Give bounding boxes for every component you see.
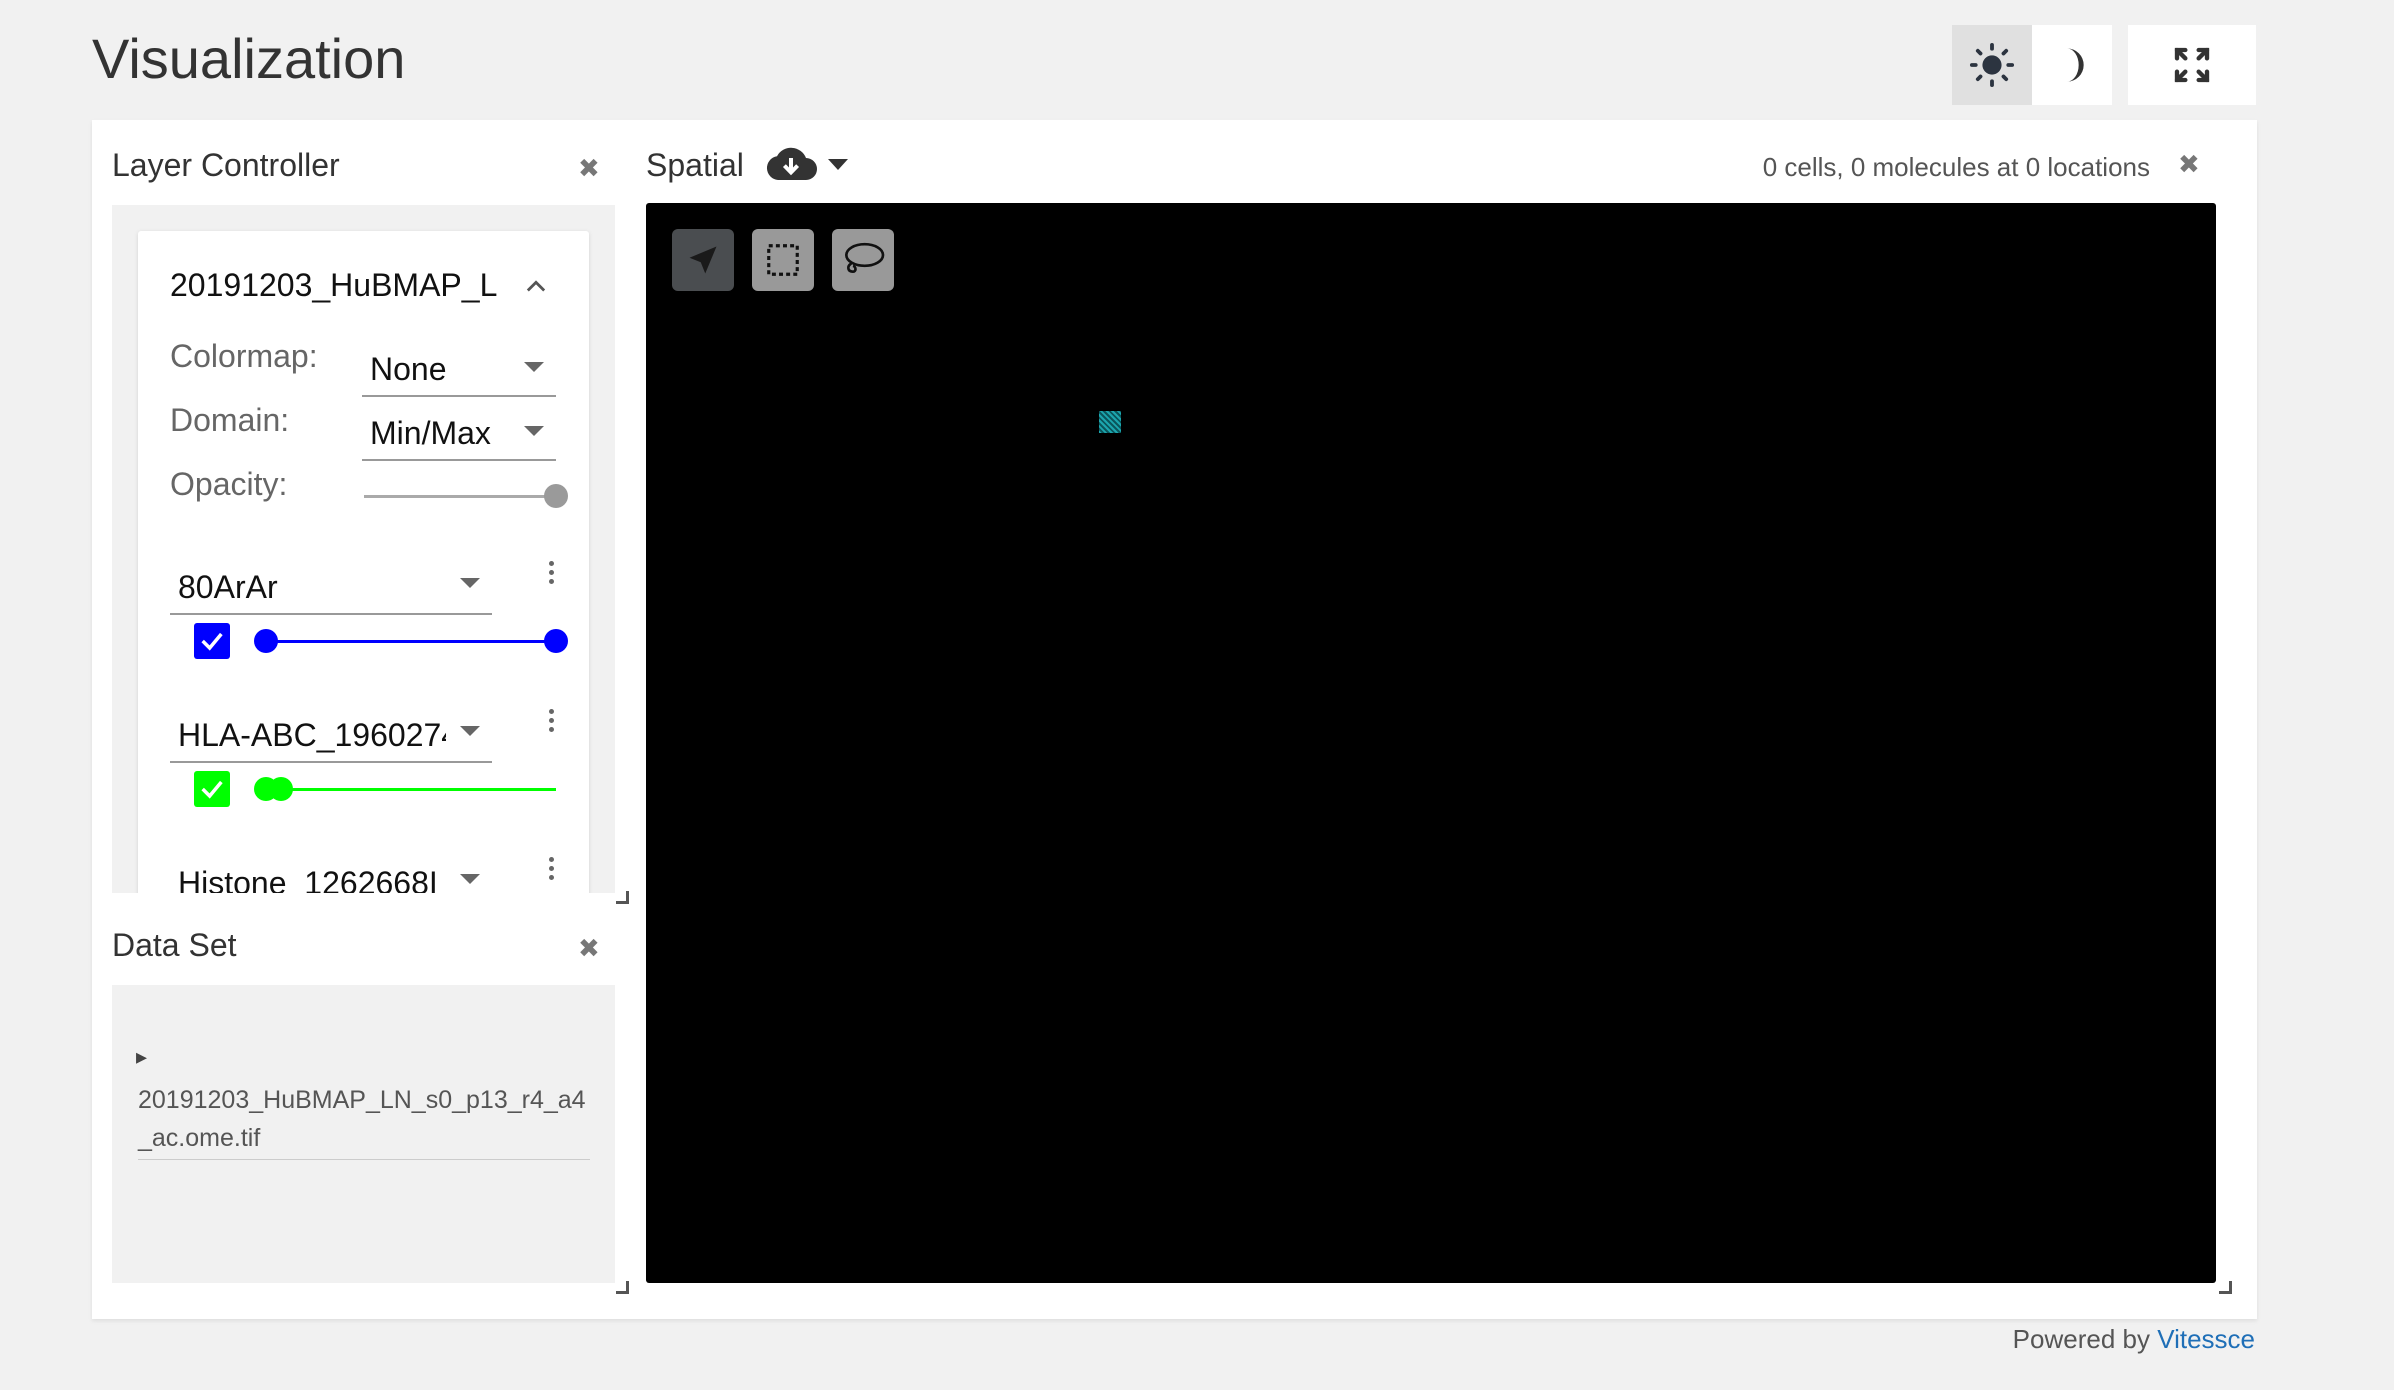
fullscreen-container — [2128, 25, 2256, 105]
opacity-slider-track[interactable] — [364, 495, 556, 498]
expand-arrow-icon[interactable]: ▸ — [136, 1044, 147, 1070]
data-set-title: Data Set — [112, 927, 237, 963]
domain-caret-icon — [524, 426, 544, 436]
domain-select[interactable]: Min/Max — [362, 399, 556, 461]
channel-1-name: 80ArAr — [178, 569, 278, 605]
channel-2-checkbox[interactable] — [194, 771, 230, 807]
layer-card: 20191203_HuBMAP_L Colormap: None Domain:… — [138, 231, 589, 893]
channel-2-name: HLA-ABC_1960274 — [178, 717, 446, 753]
channel-2-select[interactable]: HLA-ABC_1960274 — [170, 697, 492, 763]
channel-1-range-min-thumb[interactable] — [254, 629, 278, 653]
footer: Powered by Vitessce — [2013, 1322, 2255, 1356]
lasso-select-tool-button[interactable] — [832, 229, 894, 291]
channel-3-select[interactable]: Histone_1262668I — [170, 845, 492, 893]
colormap-caret-icon — [524, 362, 544, 372]
rectangle-select-tool-button[interactable] — [752, 229, 814, 291]
data-set-close-icon[interactable]: ✖ — [578, 933, 600, 963]
navigate-icon — [689, 246, 717, 274]
spatial-canvas[interactable] — [646, 203, 2216, 1283]
channel-2-range-track[interactable] — [266, 788, 556, 791]
opacity-slider-thumb[interactable] — [544, 484, 568, 508]
colormap-select[interactable]: None — [362, 335, 556, 397]
sun-icon — [1969, 42, 2015, 88]
domain-value: Min/Max — [370, 415, 491, 451]
layer-name: 20191203_HuBMAP_L — [170, 267, 498, 303]
colormap-label: Colormap: — [170, 338, 318, 374]
spatial-download-button[interactable] — [764, 144, 848, 184]
fullscreen-button[interactable] — [2152, 25, 2232, 105]
moon-icon — [2067, 48, 2084, 82]
fullscreen-icon — [2174, 47, 2210, 83]
opacity-label: Opacity: — [170, 466, 288, 502]
layer-controller-body: 20191203_HuBMAP_L Colormap: None Domain:… — [112, 205, 615, 893]
layer-controller-title: Layer Controller — [112, 147, 340, 183]
cloud-download-icon — [766, 147, 817, 180]
colormap-value: None — [370, 351, 447, 387]
spatial-status: 0 cells, 0 molecules at 0 locations — [1762, 152, 2150, 182]
layer-controller-close-icon[interactable]: ✖ — [578, 153, 600, 183]
footer-prefix: Powered by — [2012, 1324, 2158, 1354]
navigate-tool-button[interactable] — [672, 229, 734, 291]
chevron-up-icon[interactable] — [522, 273, 550, 301]
channel-2-options-icon[interactable] — [549, 709, 555, 736]
layer-controller-resize-handle[interactable] — [616, 891, 629, 904]
channel-3-caret-icon — [460, 874, 480, 884]
dark-theme-button[interactable] — [2032, 25, 2112, 105]
data-set-file-name[interactable]: 20191203_HuBMAP_LN_s0_p13_r4_a4_ac.ome.t… — [138, 1081, 590, 1160]
channel-2-caret-icon — [460, 726, 480, 736]
vitessce-link[interactable]: Vitessce — [2157, 1324, 2255, 1354]
channel-1-select[interactable]: 80ArAr — [170, 549, 492, 615]
channel-3-name: Histone_1262668I — [178, 865, 438, 893]
spatial-close-icon[interactable]: ✖ — [2178, 149, 2200, 179]
lasso-select-icon — [845, 242, 885, 274]
channel-1-checkbox[interactable] — [194, 623, 230, 659]
check-icon — [201, 780, 223, 799]
domain-label: Domain: — [170, 402, 290, 438]
data-set-resize-handle[interactable] — [616, 1281, 629, 1294]
check-icon — [201, 632, 223, 651]
channel-1-range-track[interactable] — [266, 640, 556, 643]
theme-toggle — [1952, 25, 2112, 105]
channel-3-options-icon[interactable] — [549, 857, 555, 884]
channel-1-caret-icon — [460, 578, 480, 588]
page-title: Visualization — [92, 27, 406, 90]
download-caret-icon — [828, 158, 848, 170]
tissue-image — [1099, 411, 1121, 433]
spatial-resize-handle[interactable] — [2219, 1281, 2232, 1294]
rectangle-select-icon — [767, 244, 799, 276]
light-theme-button[interactable] — [1952, 25, 2032, 105]
spatial-title: Spatial — [646, 147, 744, 183]
channel-1-range-max-thumb[interactable] — [544, 629, 568, 653]
channel-1-options-icon[interactable] — [549, 561, 555, 588]
channel-2-range-max-thumb[interactable] — [268, 777, 293, 801]
